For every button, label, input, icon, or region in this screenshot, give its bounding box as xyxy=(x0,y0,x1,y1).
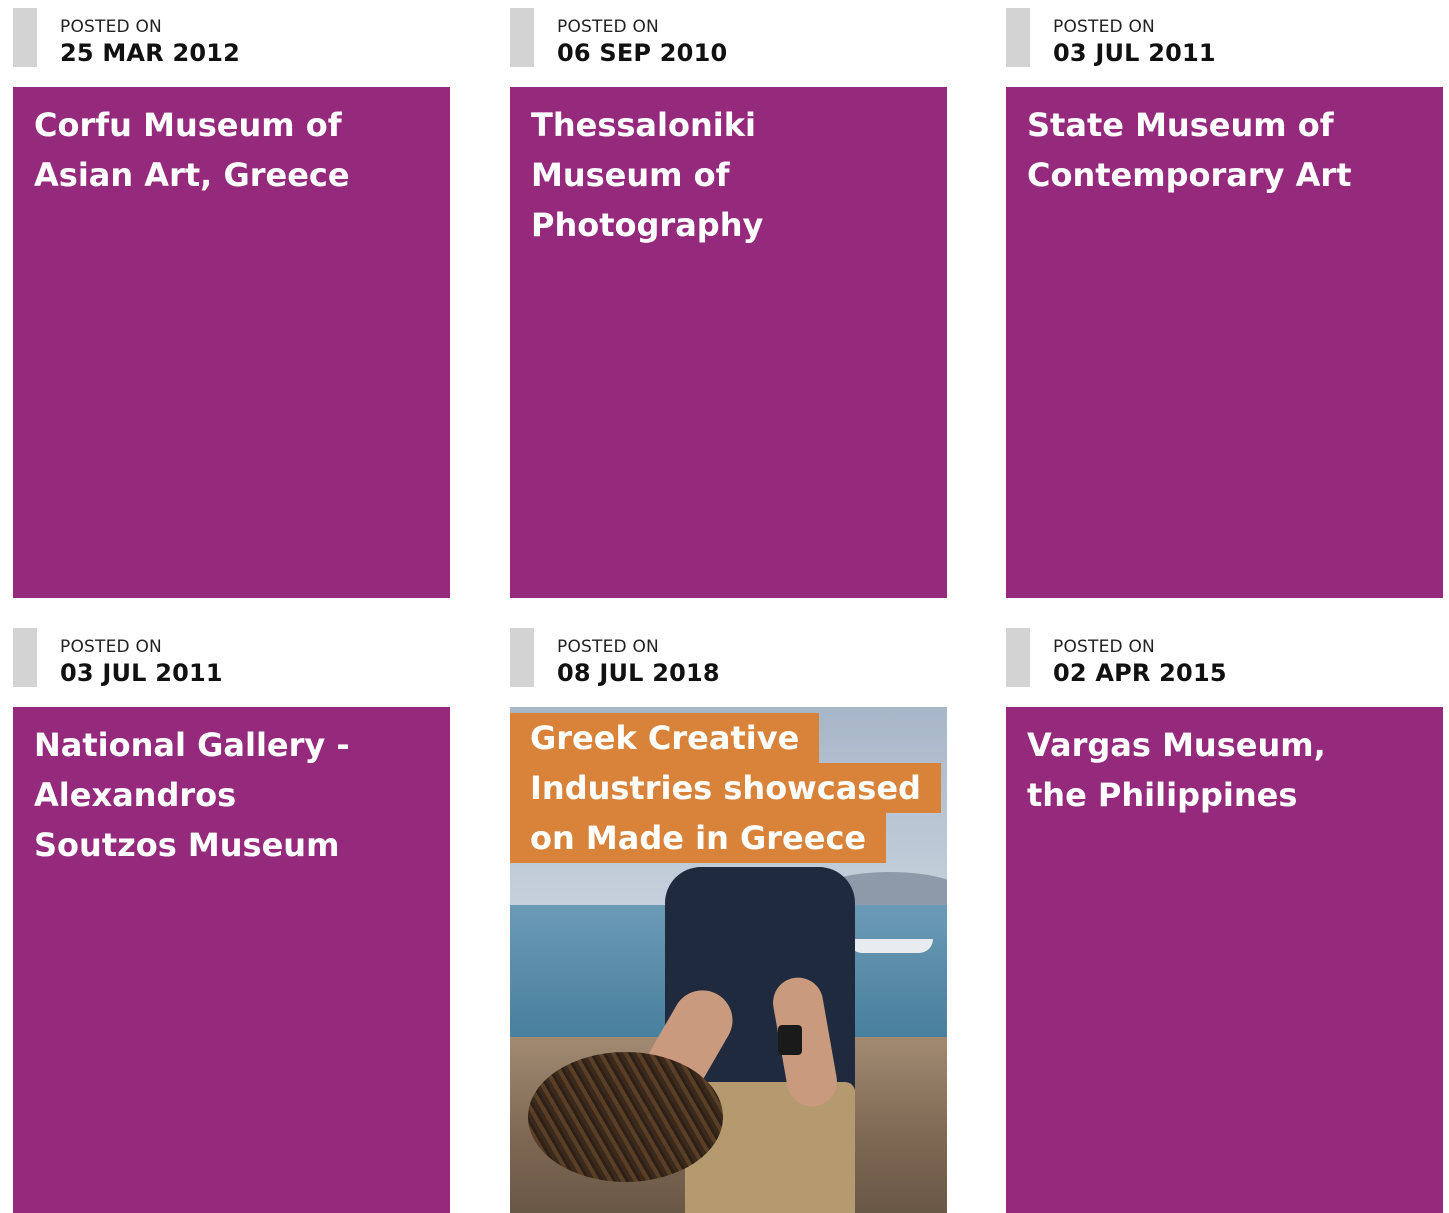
post-date: 02 APR 2015 xyxy=(1053,659,1227,687)
photo-boat xyxy=(848,939,933,953)
post-card: POSTED ON 06 SEP 2010 Thessaloniki Museu… xyxy=(510,8,947,598)
post-link[interactable]: Vargas Museum, the Philippines xyxy=(1006,707,1443,1213)
post-date: 03 JUL 2011 xyxy=(60,659,223,687)
post-link[interactable]: National Gallery - Alexandros Soutzos Mu… xyxy=(13,707,450,1213)
date-accent-bar xyxy=(1006,8,1030,67)
post-card: POSTED ON 25 MAR 2012 Corfu Museum of As… xyxy=(13,8,450,598)
post-title[interactable]: National Gallery - Alexandros Soutzos Mu… xyxy=(34,720,370,870)
post-title-line[interactable]: Greek Creative xyxy=(510,713,820,763)
photo-seaweed xyxy=(528,1052,723,1182)
date-accent-bar xyxy=(13,628,37,687)
post-link[interactable]: State Museum of Contemporary Art xyxy=(1006,87,1443,598)
post-date: 25 MAR 2012 xyxy=(60,39,241,67)
posted-on-label: POSTED ON xyxy=(557,17,659,37)
posted-on-label: POSTED ON xyxy=(1053,637,1155,657)
post-title-line[interactable]: Industries showcased xyxy=(510,763,941,813)
post-title[interactable]: Vargas Museum, the Philippines xyxy=(1027,720,1393,820)
post-meta: POSTED ON 02 APR 2015 xyxy=(1006,628,1443,707)
post-title[interactable]: Corfu Museum of Asian Art, Greece xyxy=(34,100,400,200)
post-title[interactable]: Thessaloniki Museum of Photography xyxy=(531,100,897,250)
posted-on-label: POSTED ON xyxy=(1053,17,1155,37)
post-date: 03 JUL 2011 xyxy=(1053,39,1216,67)
post-title[interactable]: Greek Creative Industries showcased on M… xyxy=(510,713,941,863)
post-meta: POSTED ON 03 JUL 2011 xyxy=(1006,8,1443,87)
posted-on-label: POSTED ON xyxy=(60,637,162,657)
post-card: POSTED ON 03 JUL 2011 State Museum of Co… xyxy=(1006,8,1443,598)
post-title[interactable]: State Museum of Contemporary Art xyxy=(1027,100,1393,200)
date-accent-bar xyxy=(1006,628,1030,687)
post-title-line[interactable]: on Made in Greece xyxy=(510,813,887,863)
post-link[interactable]: Thessaloniki Museum of Photography xyxy=(510,87,947,598)
post-link[interactable]: Greek Creative Industries showcased on M… xyxy=(510,707,947,1213)
post-meta: POSTED ON 08 JUL 2018 xyxy=(510,628,947,707)
post-card: POSTED ON 03 JUL 2011 National Gallery -… xyxy=(13,628,450,1213)
post-card: POSTED ON 02 APR 2015 Vargas Museum, the… xyxy=(1006,628,1443,1213)
date-accent-bar xyxy=(13,8,37,67)
post-meta: POSTED ON 25 MAR 2012 xyxy=(13,8,450,87)
post-date: 08 JUL 2018 xyxy=(557,659,720,687)
post-date: 06 SEP 2010 xyxy=(557,39,728,67)
post-card: POSTED ON 08 JUL 2018 Greek Creative Ind… xyxy=(510,628,947,1213)
photo-watch xyxy=(778,1025,802,1055)
posted-on-label: POSTED ON xyxy=(557,637,659,657)
posted-on-label: POSTED ON xyxy=(60,17,162,37)
post-link[interactable]: Corfu Museum of Asian Art, Greece xyxy=(13,87,450,598)
post-meta: POSTED ON 06 SEP 2010 xyxy=(510,8,947,87)
date-accent-bar xyxy=(510,628,534,687)
post-meta: POSTED ON 03 JUL 2011 xyxy=(13,628,450,707)
date-accent-bar xyxy=(510,8,534,67)
